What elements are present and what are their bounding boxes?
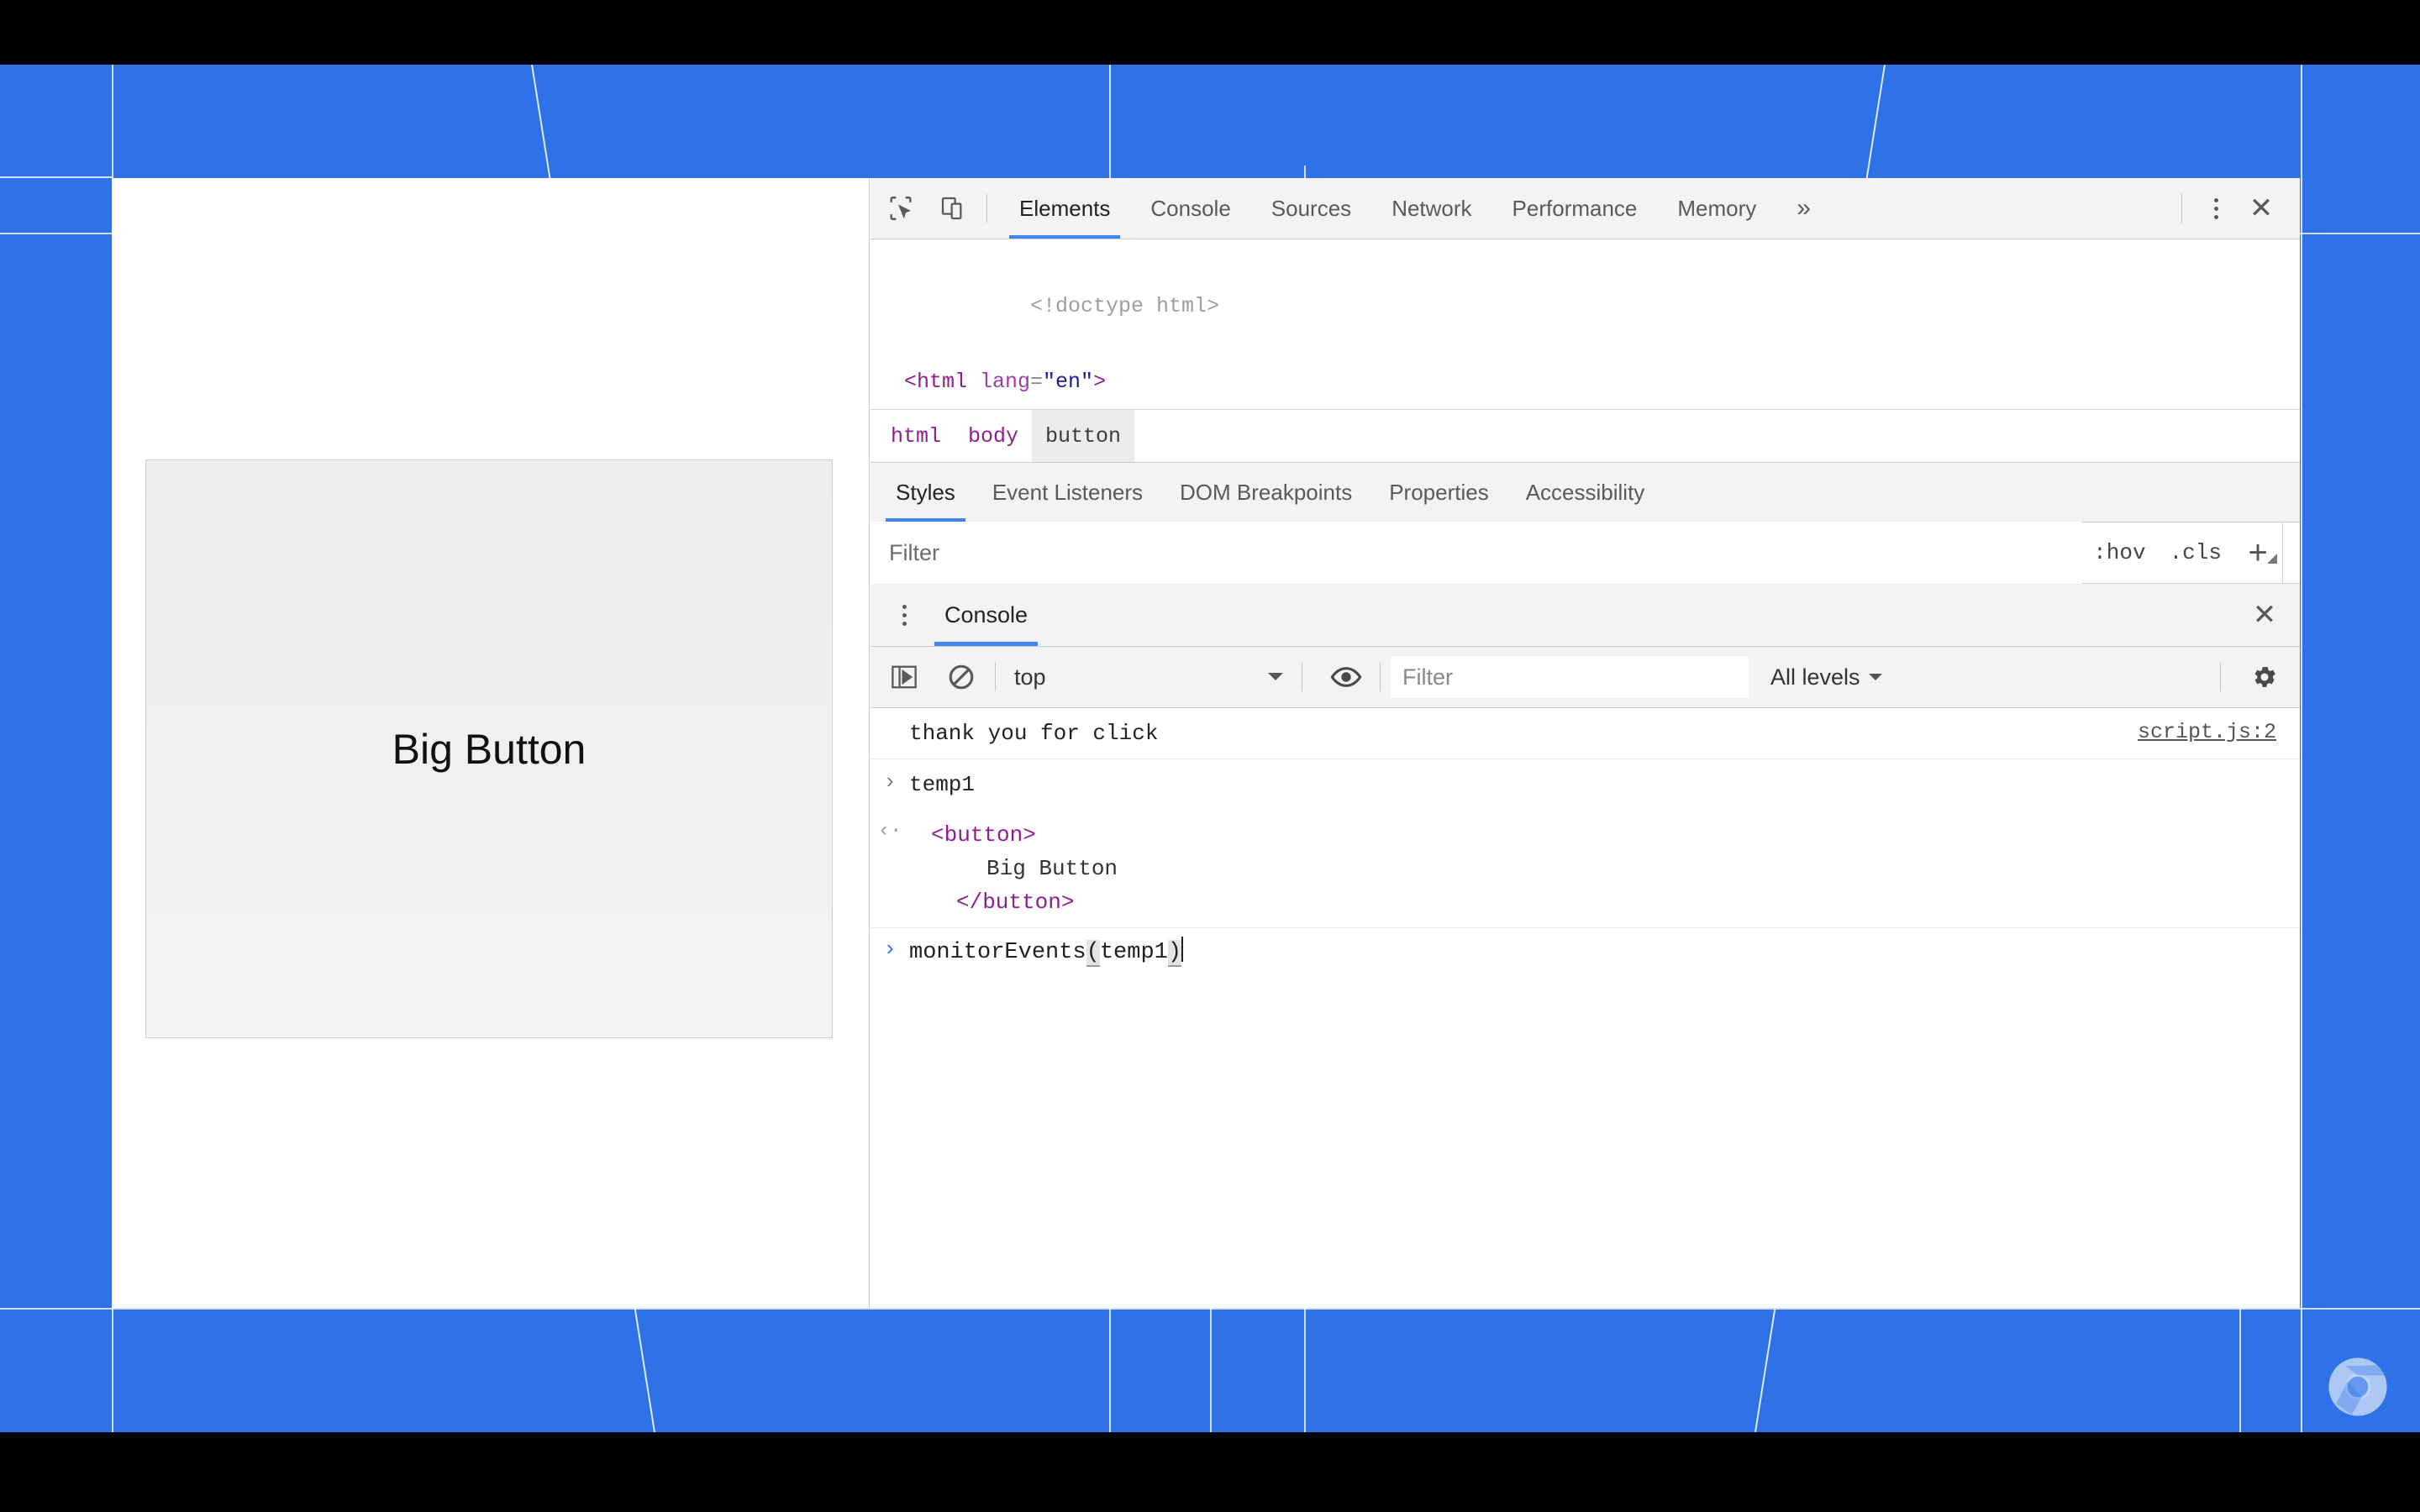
result-node-text: Big Button <box>986 856 1118 881</box>
breadcrumb-item-body[interactable]: body <box>955 410 1032 462</box>
live-expression-icon[interactable] <box>1323 654 1370 701</box>
clear-console-icon[interactable] <box>938 654 985 701</box>
new-style-rule-button[interactable]: + <box>2233 534 2282 572</box>
html-open-text: <html <box>904 370 981 394</box>
device-toolbar-icon[interactable] <box>931 186 975 230</box>
styles-pane-edge <box>2282 522 2300 583</box>
html-attr-value: "en" <box>1043 370 1094 394</box>
bg-vline <box>2301 65 2302 1432</box>
drawer-kebab-menu-icon[interactable] <box>882 593 926 637</box>
console-prompt-row[interactable]: › monitorEvents(temp1) <box>871 928 2300 974</box>
more-tabs-chevron-icon[interactable]: » <box>1776 178 1831 239</box>
prompt-argument: temp1 <box>1099 940 1168 965</box>
bg-hline <box>0 1308 2420 1310</box>
console-prompt-input[interactable]: monitorEvents(temp1) <box>909 937 1184 967</box>
devtools-toolbar: Elements Console Sources Network Perform… <box>871 178 2300 239</box>
toolbar-divider <box>2181 194 2182 223</box>
bg-hline <box>0 176 112 178</box>
log-level-select[interactable]: All levels <box>1770 664 1882 690</box>
console-toolbar-right <box>2210 654 2300 701</box>
prompt-function-name: monitorEvents <box>909 940 1086 965</box>
message-gutter <box>871 717 909 750</box>
tab-memory[interactable]: Memory <box>1657 178 1776 239</box>
console-filter-input[interactable] <box>1391 656 1749 698</box>
chevron-down-icon <box>1268 672 1283 688</box>
console-toolbar: top All levels <box>871 647 2300 708</box>
console-message-log[interactable]: thank you for click script.js:2 <box>871 708 2300 759</box>
console-sidebar-icon[interactable] <box>881 654 928 701</box>
big-button[interactable]: Big Button <box>145 459 833 1038</box>
tab-console[interactable]: Console <box>1130 178 1250 239</box>
styles-filter-bar: :hov .cls + <box>871 522 2300 584</box>
text-cursor <box>1181 937 1184 962</box>
dom-line-doctype[interactable]: <!doctype html> <box>871 249 2300 363</box>
result-chevron-icon: ‹· <box>877 820 902 843</box>
chrome-logo-icon <box>2328 1357 2387 1416</box>
doctype-text: <!doctype html> <box>1030 294 1220 318</box>
page-viewport: Big Button <box>112 178 870 1308</box>
console-messages: thank you for click script.js:2 › temp1 … <box>871 708 2300 1308</box>
tab-network[interactable]: Network <box>1371 178 1491 239</box>
console-drawer: Console ✕ top Filter All levels thank yo… <box>871 584 2300 1308</box>
html-attr-name: lang <box>980 370 1031 394</box>
toolbar-divider <box>986 194 987 223</box>
class-toggle-button[interactable]: .cls <box>2158 522 2233 583</box>
result-open-tag: <button> <box>931 822 1036 848</box>
tab-performance[interactable]: Performance <box>1492 178 1658 239</box>
chevron-down-icon <box>1868 673 1882 687</box>
dom-line-head[interactable]: ▶<head>…</head> <box>871 401 2300 409</box>
console-message-result[interactable]: ‹· <button> Big Button </button> <box>871 810 2300 928</box>
input-chevron-icon: › <box>883 769 897 795</box>
breadcrumb-item-button[interactable]: button <box>1032 410 1135 462</box>
console-result-node: <button> Big Button </button> <box>909 818 2300 919</box>
browser-window: Big Button Elements Console Sources Netw… <box>112 178 2300 1308</box>
devtools-panel: Elements Console Sources Network Perform… <box>871 178 2300 1308</box>
execution-context-select[interactable]: top <box>1006 664 1292 690</box>
kebab-menu-icon[interactable] <box>2194 186 2238 230</box>
drawer-close-icon[interactable]: ✕ <box>2241 591 2288 638</box>
tab-sources[interactable]: Sources <box>1251 178 1371 239</box>
console-log-text: thank you for click <box>909 721 1159 746</box>
collapse-triangle-icon[interactable]: ▶ <box>884 401 902 409</box>
tab-dom-breakpoints[interactable]: DOM Breakpoints <box>1161 463 1370 522</box>
console-message-input[interactable]: › temp1 <box>871 759 2300 810</box>
close-icon[interactable]: ✕ <box>2238 185 2285 232</box>
styles-pane-tab-strip: Styles Event Listeners DOM Breakpoints P… <box>871 462 2300 522</box>
console-input-echo: temp1 <box>909 772 976 797</box>
tab-properties[interactable]: Properties <box>1370 463 1507 522</box>
inspect-element-icon[interactable] <box>879 186 923 230</box>
breadcrumb: html body button <box>871 409 2300 462</box>
execution-context-value: top <box>1014 664 1046 690</box>
tab-elements[interactable]: Elements <box>999 178 1130 239</box>
console-toolbar-divider <box>1380 663 1381 691</box>
devtools-tab-strip: Elements Console Sources Network Perform… <box>999 178 1831 239</box>
hover-state-button[interactable]: :hov <box>2081 522 2157 583</box>
html-attr-eq: = <box>1030 370 1044 394</box>
screen: Big Button Elements Console Sources Netw… <box>0 0 2420 1512</box>
gear-icon[interactable] <box>2241 654 2288 701</box>
log-level-value: All levels <box>1770 664 1860 690</box>
devtools-toolbar-right: ✕ <box>2170 185 2300 232</box>
prompt-close-paren: ) <box>1167 940 1182 967</box>
console-toolbar-divider <box>2220 663 2221 691</box>
html-open-close: > <box>1093 370 1107 394</box>
prompt-open-paren: ( <box>1086 940 1100 967</box>
drawer-tab-console[interactable]: Console <box>926 584 1046 646</box>
result-close-tag: </button> <box>956 890 1075 915</box>
console-source-link[interactable]: script.js:2 <box>2138 720 2276 744</box>
console-toolbar-divider <box>995 663 996 691</box>
breadcrumb-item-html[interactable]: html <box>877 410 955 462</box>
tab-event-listeners[interactable]: Event Listeners <box>974 463 1161 522</box>
dom-tree: <!doctype html> <html lang="en"> ▶<head>… <box>871 239 2300 409</box>
head-text: <head>…</head> <box>902 407 1079 409</box>
styles-filter-input[interactable] <box>871 522 2082 584</box>
dom-line-html[interactable]: <html lang="en"> <box>871 363 2300 401</box>
tab-styles[interactable]: Styles <box>877 463 974 522</box>
drawer-header: Console ✕ <box>871 584 2300 647</box>
prompt-chevron-icon: › <box>883 937 897 962</box>
tab-accessibility[interactable]: Accessibility <box>1507 463 1664 522</box>
